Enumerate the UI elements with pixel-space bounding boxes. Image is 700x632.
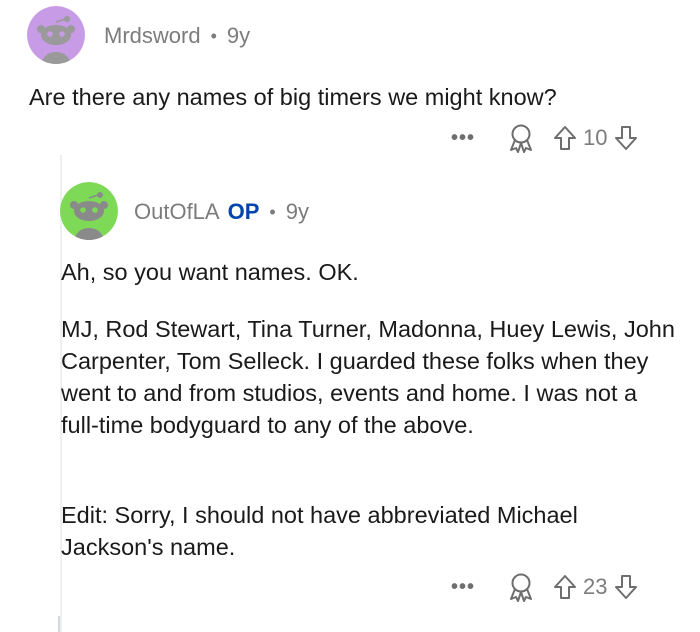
- reply-paragraph-3: Edit: Sorry, I should not have abbreviat…: [61, 502, 578, 560]
- reply-meta: OutOfLA OP • 9y: [134, 198, 309, 226]
- meta-separator: •: [210, 25, 217, 46]
- award-icon[interactable]: [507, 123, 535, 153]
- comment-actions: ••• 10: [451, 123, 638, 153]
- more-options-icon[interactable]: •••: [451, 577, 475, 597]
- reply-paragraph-2: MJ, Rod Stewart, Tina Turner, Madonna, H…: [61, 316, 675, 438]
- comment-age: 9y: [226, 23, 251, 48]
- avatar[interactable]: [60, 182, 118, 240]
- thread-line-continuation[interactable]: [58, 616, 60, 632]
- vote-count: 23: [583, 574, 608, 599]
- comment-meta: Mrdsword • 9y: [104, 22, 250, 50]
- meta-separator: •: [269, 201, 276, 222]
- avatar[interactable]: [27, 6, 85, 64]
- more-options-icon[interactable]: •••: [451, 128, 475, 148]
- vote-count: 10: [583, 125, 608, 150]
- username[interactable]: Mrdsword: [104, 23, 201, 49]
- reply-actions: ••• 23: [451, 572, 638, 602]
- username[interactable]: OutOfLA: [134, 199, 220, 225]
- downvote-arrow-icon[interactable]: [614, 125, 638, 151]
- upvote-arrow-icon[interactable]: [553, 125, 577, 151]
- award-icon[interactable]: [507, 572, 535, 602]
- upvote-arrow-icon[interactable]: [553, 574, 577, 600]
- reply-paragraph-1: Ah, so you want names. OK.: [61, 259, 359, 285]
- comment-age: 9y: [285, 199, 309, 224]
- op-badge: OP: [227, 199, 260, 224]
- downvote-arrow-icon[interactable]: [614, 574, 638, 600]
- comment-body: Are there any names of big timers we mig…: [29, 84, 557, 110]
